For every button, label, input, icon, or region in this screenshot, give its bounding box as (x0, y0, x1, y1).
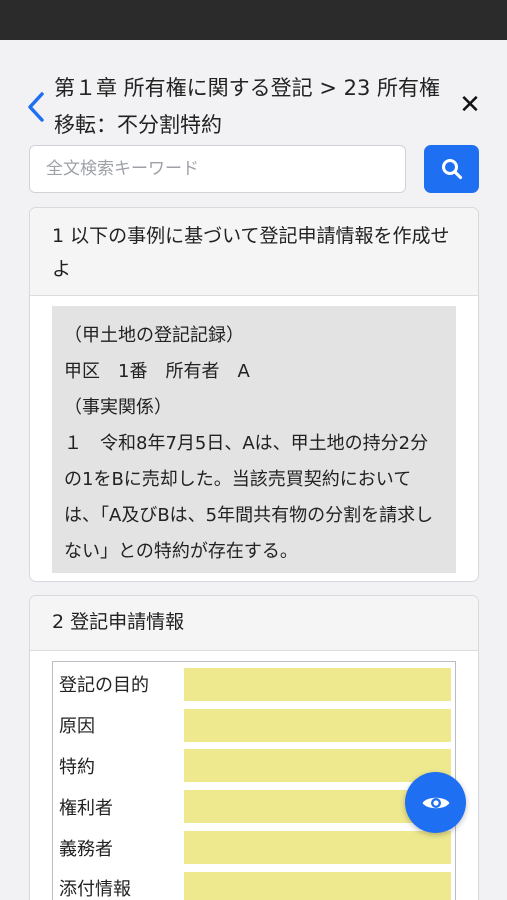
answer-field[interactable] (184, 749, 451, 783)
table-row: 義務者 (57, 827, 451, 868)
reveal-answer-button[interactable] (405, 772, 466, 833)
search-icon (441, 159, 462, 180)
application-card: 2 登記申請情報 登記の目的 原因 特約 権利者 義務者 添付情報 (29, 595, 479, 900)
question-title: 1 以下の事例に基づいて登記申請情報を作成せよ (30, 208, 478, 296)
table-row: 登記の目的 (57, 664, 451, 705)
case-box: （甲土地の登記記録） 甲区 1番 所有者 A （事実関係） １ 令和8年7月5日… (52, 306, 456, 573)
close-button[interactable]: ✕ (456, 90, 484, 120)
case-line: １ 令和8年7月5日、Aは、甲土地の持分2分の1をBに売却した。当該売買契約にお… (64, 433, 434, 562)
row-label: 特約 (59, 756, 95, 778)
table-row: 権利者 (57, 786, 451, 827)
search-input[interactable] (29, 145, 406, 193)
row-label: 登記の目的 (59, 675, 149, 697)
row-label: 権利者 (59, 797, 113, 819)
application-table: 登記の目的 原因 特約 権利者 義務者 添付情報 (52, 661, 456, 900)
case-line: 甲区 1番 所有者 A (64, 361, 250, 382)
chevron-left-icon (28, 92, 44, 122)
row-label: 添付情報 (59, 879, 131, 900)
case-line: （事実関係） (64, 397, 172, 418)
status-bar (0, 0, 507, 40)
row-label: 義務者 (59, 838, 113, 860)
table-row: 添付情報 (57, 868, 451, 900)
answer-field[interactable] (184, 667, 451, 701)
answer-field[interactable] (184, 708, 451, 742)
answer-field[interactable] (184, 831, 451, 865)
case-line: （甲土地の登記記録） (64, 325, 244, 346)
question-card: 1 以下の事例に基づいて登記申請情報を作成せよ （甲土地の登記記録） 甲区 1番… (29, 207, 479, 582)
close-icon: ✕ (459, 90, 481, 120)
application-title: 2 登記申請情報 (30, 596, 478, 651)
table-row: 特約 (57, 746, 451, 787)
back-button[interactable] (24, 88, 48, 126)
answer-field[interactable] (184, 871, 451, 900)
row-label: 原因 (59, 716, 95, 738)
search-button[interactable] (424, 145, 479, 193)
page-title: 第１章 所有権に関する登記 > 23 所有権移転：不分割特約 (54, 76, 441, 137)
eye-icon (422, 797, 449, 808)
table-row: 原因 (57, 705, 451, 746)
